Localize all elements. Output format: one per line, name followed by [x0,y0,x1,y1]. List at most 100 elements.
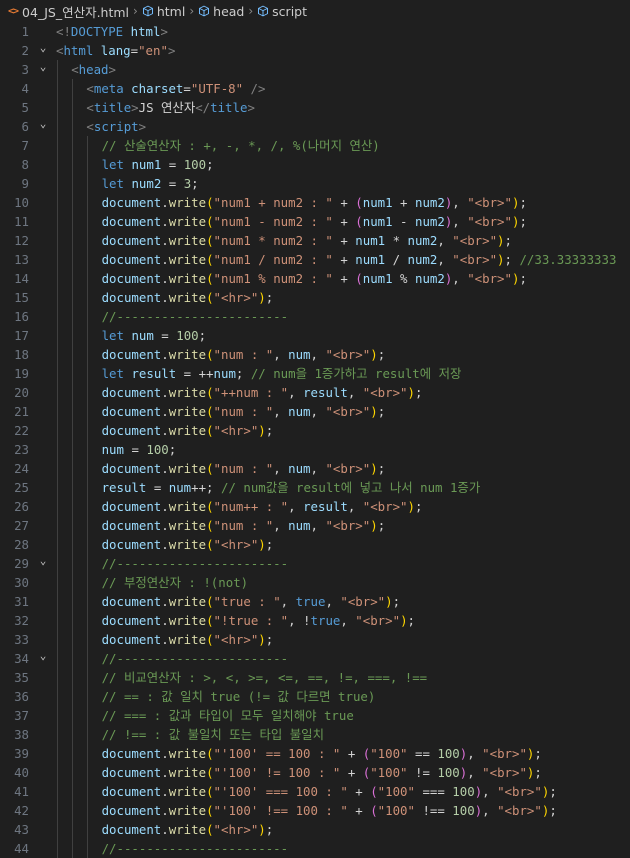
breadcrumb-head[interactable]: head [198,4,244,19]
code-line[interactable]: 14 document.write("num1 % num2 : " + (num… [0,269,630,288]
code-token: ( [206,518,214,533]
indent-guide [57,649,58,668]
code-line[interactable]: 29 ⌄ //----------------------- [0,554,630,573]
code-line[interactable]: 34 ⌄ //----------------------- [0,649,630,668]
fold-chevron-icon[interactable]: ⌄ [36,57,50,76]
indent-guide [57,516,58,535]
code-line[interactable]: 12 document.write("num1 * num2 : " + num1… [0,231,630,250]
code-token: ; [534,765,542,780]
fold-chevron-icon[interactable]: ⌄ [36,114,50,133]
code-line[interactable]: 7 // 산술연산자 : +, -, *, /, %(나머지 연산) [0,136,630,155]
code-line[interactable]: 43 document.write("<hr>"); [0,820,630,839]
indent-guide [57,421,58,440]
code-token: "<br>" [497,803,542,818]
code-line[interactable]: 20 document.write("++num : ", result, "<b… [0,383,630,402]
code-line[interactable]: 8 let num1 = 100; [0,155,630,174]
code-line[interactable]: 36 // == : 값 일치 true (!= 값 다르면 true) [0,687,630,706]
code-line[interactable]: 41 document.write("'100' === 100 : " + ("… [0,782,630,801]
code-line[interactable]: 16 //----------------------- [0,307,630,326]
code-token: = [183,81,191,96]
code-line[interactable]: 35 // 비교연산자 : >, <, >=, <=, ==, !=, ===, … [0,668,630,687]
indent-guide [57,839,58,858]
line-number: 20 [14,385,29,400]
line-number: 21 [14,404,29,419]
code-line[interactable]: 19 let result = ++num; // num을 1증가하고 resu… [0,364,630,383]
code-line[interactable]: 21 document.write("num : ", num, "<br>"); [0,402,630,421]
code-token: "<br>" [467,195,512,210]
code-line[interactable]: 30 // 부정연산자 : !(not) [0,573,630,592]
code-line[interactable]: 32 document.write("!true : ", !true, "<br… [0,611,630,630]
code-token: ( [206,765,214,780]
indent-guide [57,763,58,782]
code-line[interactable]: 3 ⌄ <head> [0,60,630,79]
code-line[interactable]: 38 // !== : 값 불일치 또는 타입 불일치 [0,725,630,744]
code-text: document.write("<hr>"); [102,421,274,440]
chevron-right-icon: › [189,4,195,18]
fold-chevron-icon[interactable]: ⌄ [36,551,50,570]
code-token: /> [250,81,266,96]
code-line[interactable]: 26 document.write("num++ : ", result, "<b… [0,497,630,516]
code-line[interactable]: 37 // === : 값과 타입이 모두 일치해야 true [0,706,630,725]
code-token: ) [407,499,415,514]
code-token: "num : " [213,461,274,476]
code-line[interactable]: 5 <title>JS 연산자</title> [0,98,630,117]
indent-guide [57,269,58,288]
code-line[interactable]: 27 document.write("num : ", num, "<br>"); [0,516,630,535]
indent-guide [57,98,58,117]
code-line[interactable]: 6 ⌄ <script> [0,117,630,136]
code-line[interactable]: 11 document.write("num1 - num2 : " + (num… [0,212,630,231]
code-line[interactable]: 40 document.write("'100' != 100 : " + ("1… [0,763,630,782]
code-line[interactable]: 15 document.write("<hr>"); [0,288,630,307]
code-line[interactable]: 1 <!DOCTYPE html> [0,22,630,41]
code-line[interactable]: 33 document.write("<hr>"); [0,630,630,649]
code-token: result [101,480,147,495]
code-token: , [437,252,453,267]
indent-guide [72,592,74,611]
code-line[interactable]: 31 document.write("true : ", true, "<br>"… [0,592,630,611]
breadcrumb-file[interactable]: <> 04_JS_연산자.html [8,2,129,21]
code-token: , [273,518,289,533]
code-line[interactable]: 24 document.write("num : ", num, "<br>"); [0,459,630,478]
code-token: + [340,765,363,780]
code-text: // 비교연산자 : >, <, >=, <=, ==, !=, ===, !=… [102,668,428,687]
code-token: "<br>" [325,347,371,362]
code-line[interactable]: 23 num = 100; [0,440,630,459]
code-line[interactable]: 39 document.write("'100' == 100 : " + ("1… [0,744,630,763]
code-line[interactable]: 44 //----------------------- [0,839,630,858]
code-line[interactable]: 10 document.write("num1 + num2 : " + (num… [0,193,630,212]
code-line[interactable]: 17 let num = 100; [0,326,630,345]
breadcrumb-html[interactable]: html [142,4,185,19]
code-token: ( [206,271,214,286]
code-token: . [161,518,169,533]
code-token: "num1 + num2 : " [213,195,333,210]
code-line[interactable]: 28 document.write("<hr>"); [0,535,630,554]
code-editor[interactable]: 1 <!DOCTYPE html> 2 ⌄ <html lang="en"> 3 ⌄ <hea… [0,22,630,858]
fold-chevron-icon[interactable]: ⌄ [36,646,50,665]
indent-guide [72,630,74,649]
breadcrumb-script[interactable]: script [257,4,307,19]
code-token: , [310,461,326,476]
code-token: </ [195,100,211,115]
code-token: ( [355,271,363,286]
fold-chevron-icon[interactable]: ⌄ [36,38,50,57]
code-token: document [101,271,162,286]
code-line[interactable]: 9 let num2 = 3; [0,174,630,193]
indent-guide [72,307,74,326]
code-line[interactable]: 25 result = num++; // num값을 result에 넣고 나서… [0,478,630,497]
indent-guide [72,117,74,136]
code-line[interactable]: 42 document.write("'100' !== 100 : " + ("… [0,801,630,820]
code-token: // num값을 result에 넣고 나서 num 1증가 [220,480,481,495]
code-token: write [168,822,207,837]
code-token: let [101,328,124,343]
indent-guide [87,497,89,516]
indent-guide [72,497,74,516]
code-line[interactable]: 22 document.write("<hr>"); [0,421,630,440]
code-line[interactable]: 2 ⌄ <html lang="en"> [0,41,630,60]
code-line[interactable]: 13 document.write("num1 / num2 : " + num1… [0,250,630,269]
code-token: ( [355,195,363,210]
indent-guide [57,402,58,421]
code-line[interactable]: 18 document.write("num : ", num, "<br>"); [0,345,630,364]
code-line[interactable]: 4 <meta charset="UTF-8" /> [0,79,630,98]
code-token: ++; [191,480,221,495]
indent-guide [57,345,58,364]
